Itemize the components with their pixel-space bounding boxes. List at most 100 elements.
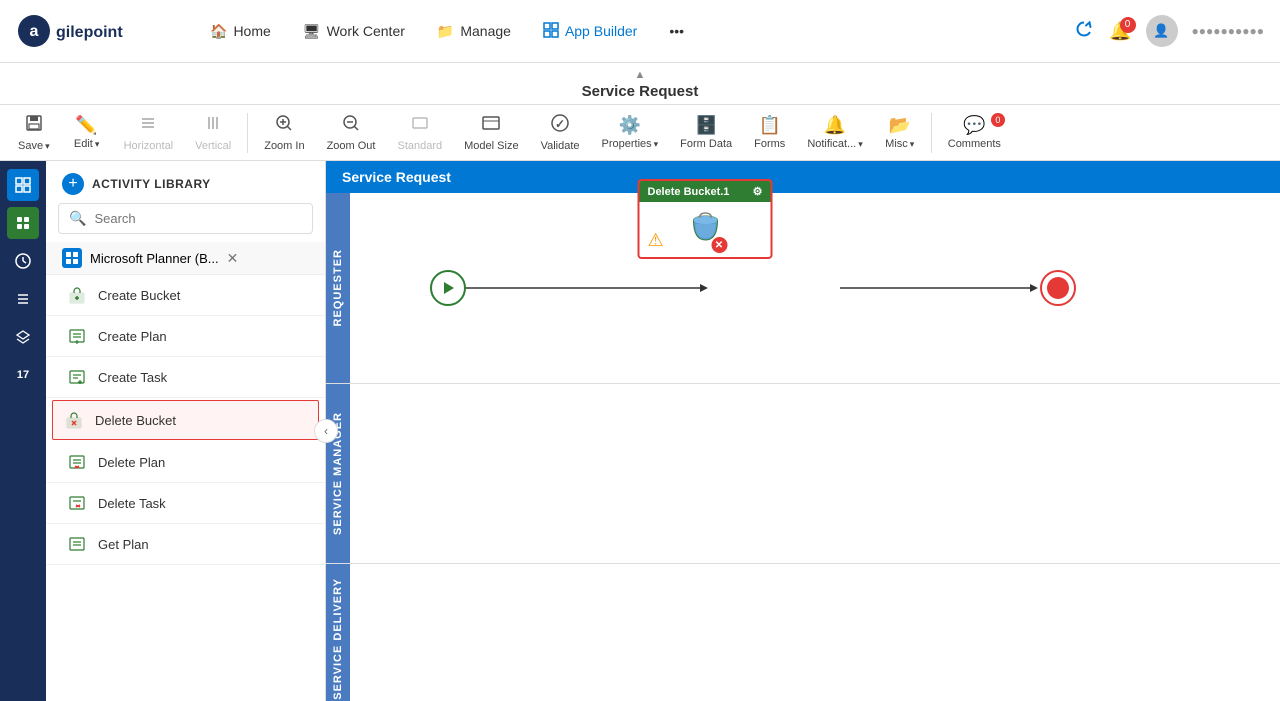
nav-app-builder[interactable]: App Builder [529,14,651,49]
folder-icon: 📁 [437,23,454,40]
comments-button[interactable]: 💬 Comments 0 [938,111,1011,154]
nav-home[interactable]: 🏠 Home [196,15,285,48]
strip-layers-icon[interactable] [7,321,39,353]
form-data-icon: 🗄️ [695,115,717,136]
more-icon: ••• [669,23,684,39]
activity-list: Create Bucket Create Plan [46,275,325,701]
search-icon: 🔍 [69,210,86,227]
standard-icon [410,113,430,138]
flow-svg [350,193,1280,383]
toolbar-sep-1 [247,113,248,153]
grid-icon [543,22,559,41]
standard-label: Standard [397,140,442,152]
planner-icon [62,248,82,268]
form-data-button[interactable]: 🗄️ Form Data [670,111,742,154]
nav-links: 🏠 Home 🖥 Work Center 📁 Manage App Builde… [196,14,1073,49]
vertical-label: Vertical [195,140,231,152]
save-button[interactable]: Save ▾ [8,109,60,156]
misc-icon: 📂 [889,115,911,136]
svg-text:✓: ✓ [555,117,565,131]
planner-label: Microsoft Planner (B... [90,251,219,266]
forms-label: Forms [754,138,785,150]
list-item[interactable]: Delete Plan [46,442,325,483]
strip-clock-icon[interactable] [7,245,39,277]
lane-manager-label-container: Service Manager [326,384,350,563]
search-input[interactable] [94,211,302,226]
add-activity-button[interactable]: + [62,173,84,195]
toolbar: Save ▾ ✏️ Edit ▾ Horizontal Vertical Zoo… [0,105,1280,161]
task-node-gear-icon[interactable]: ⚙ [753,185,763,198]
zoom-out-button[interactable]: Zoom Out [317,109,386,156]
flow-end-node[interactable] [1040,270,1076,306]
nav-home-label: Home [233,23,270,39]
nav-manage[interactable]: 📁 Manage [423,15,525,48]
list-item[interactable]: Delete Task [46,483,325,524]
vertical-button[interactable]: Vertical [185,109,241,156]
edit-label: Edit [74,138,93,150]
lane-requester-label: Requester [332,249,344,326]
list-item[interactable]: Create Task [46,357,325,398]
strip-planner-icon[interactable] [7,207,39,239]
misc-button[interactable]: 📂 Misc ▾ [875,111,925,154]
nav-app-builder-label: App Builder [565,23,637,39]
user-icon: 👤 [1153,23,1169,39]
model-size-label: Model Size [464,140,518,152]
nav-work-center[interactable]: 🖥 Work Center [289,15,419,48]
validate-button[interactable]: ✓ Validate [531,109,590,156]
get-plan-icon [66,533,88,555]
list-item-selected[interactable]: Delete Bucket [52,400,319,440]
zoom-in-button[interactable]: Zoom In [254,109,314,156]
strip-number-icon[interactable]: 17 [7,359,39,391]
notifications-button[interactable]: 🔔 0 [1109,21,1131,42]
forms-icon: 📋 [759,115,781,136]
vertical-icon [203,113,223,138]
activity-panel: + Activity Library 🔍 Microsoft Planner (… [46,161,326,701]
avatar: 👤 [1146,15,1178,47]
nav-manage-label: Manage [460,23,511,39]
model-size-button[interactable]: Model Size [454,109,528,156]
zoom-in-label: Zoom In [264,140,304,152]
zoom-out-icon [341,113,361,138]
svg-text:a: a [30,23,39,40]
list-item[interactable]: Create Plan [46,316,325,357]
monitor-icon: 🖥 [303,23,321,40]
refresh-button[interactable] [1073,18,1095,45]
activity-library-header: + Activity Library [46,161,325,203]
lane-requester: Requester [326,193,1280,384]
edit-arrow: ▾ [95,139,100,150]
nav-more[interactable]: ••• [655,15,698,47]
validate-icon: ✓ [550,113,570,138]
delete-bucket-icon [63,409,85,431]
delete-plan-icon [66,451,88,473]
canvas-area: Service Request Requester [326,161,1280,701]
page-title: Service Request [582,83,699,100]
task-node-title: Delete Bucket.1 [648,186,730,198]
delete-plan-label: Delete Plan [98,455,165,470]
planner-close-button[interactable]: ✕ [227,250,239,267]
task-node-header: Delete Bucket.1 ⚙ [640,181,771,202]
delete-bucket-label: Delete Bucket [95,413,176,428]
strip-list-icon[interactable] [7,283,39,315]
notifications-toolbar-button[interactable]: 🔔 Notificat... ▾ [797,111,872,154]
panel-collapse-button[interactable]: ‹ [314,419,338,443]
lane-delivery-label-container: Service Delivery [326,564,350,701]
horizontal-button[interactable]: Horizontal [114,109,184,156]
list-item[interactable]: Get Plan [46,524,325,565]
top-nav: a gilepoint 🏠 Home 🖥 Work Center 📁 Manag… [0,0,1280,63]
lane-manager-content [350,384,1280,563]
properties-button[interactable]: ⚙️ Properties ▾ [592,111,669,154]
delete-task-label: Delete Task [98,496,166,511]
task-node-body: ⚠ [640,202,771,257]
properties-icon: ⚙️ [619,115,641,136]
forms-button[interactable]: 📋 Forms [744,111,795,154]
delete-task-icon [66,492,88,514]
strip-grid-icon[interactable] [7,169,39,201]
task-node[interactable]: Delete Bucket.1 ⚙ ⚠ [638,179,773,259]
misc-label: Misc [885,138,908,150]
edit-button[interactable]: ✏️ Edit ▾ [62,111,112,154]
list-item[interactable]: Create Bucket [46,275,325,316]
create-task-icon [66,366,88,388]
flow-start-node[interactable] [430,270,466,306]
standard-button[interactable]: Standard [387,109,452,156]
chevron-up-icon[interactable]: ▲ [0,69,1280,81]
